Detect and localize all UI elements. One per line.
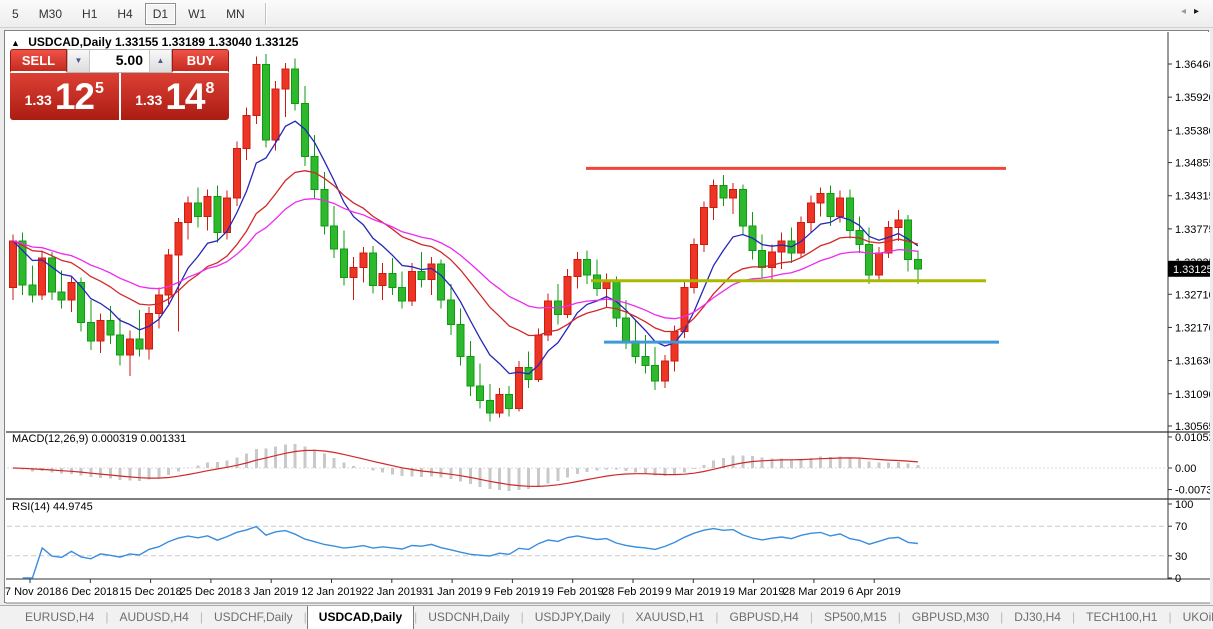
tab-usdcnh[interactable]: USDCNH,Daily bbox=[417, 607, 520, 629]
svg-text:19 Mar 2019: 19 Mar 2019 bbox=[723, 586, 785, 598]
buy-button[interactable]: BUY bbox=[172, 49, 229, 73]
sell-price-base: 1.33 bbox=[25, 92, 52, 108]
timeframe-button-5[interactable]: 5 bbox=[4, 3, 27, 25]
sell-price-point: 5 bbox=[95, 80, 104, 98]
svg-text:70: 70 bbox=[1175, 521, 1187, 533]
chart-tabs-bar: EURUSD,H4|AUDUSD,H4|USDCHF,Daily|USDCAD,… bbox=[0, 605, 1213, 629]
svg-text:0.00: 0.00 bbox=[1175, 463, 1196, 475]
svg-text:28 Feb 2019: 28 Feb 2019 bbox=[602, 586, 664, 598]
svg-text:15 Dec 2018: 15 Dec 2018 bbox=[119, 586, 181, 598]
timeframe-button-m30[interactable]: M30 bbox=[31, 3, 70, 25]
tab-ukoil[interactable]: UKOil,H bbox=[1172, 607, 1213, 629]
timeframe-button-h1[interactable]: H1 bbox=[74, 3, 105, 25]
rsi-label: RSI(14) 44.9745 bbox=[12, 501, 93, 513]
svg-text:1.36460: 1.36460 bbox=[1175, 59, 1210, 71]
scroll-tabs-left-icon[interactable]: ◂ bbox=[1181, 6, 1194, 17]
volume-input[interactable]: 5.00 bbox=[90, 50, 149, 72]
one-click-trading-panel: SELL ▼ 5.00 ▲ BUY 1.33 12 5 1.33 14 8 bbox=[10, 49, 229, 120]
svg-text:9 Feb 2019: 9 Feb 2019 bbox=[485, 586, 541, 598]
tab-scroll-arrows: ◂▸ bbox=[1181, 6, 1207, 17]
chart-symbol: USDCAD,Daily bbox=[28, 35, 111, 49]
collapse-panel-icon[interactable]: ▲ bbox=[11, 38, 20, 48]
svg-text:28 Mar 2019: 28 Mar 2019 bbox=[783, 586, 845, 598]
svg-text:1.34855: 1.34855 bbox=[1175, 158, 1210, 170]
timeframe-button-mn[interactable]: MN bbox=[218, 3, 253, 25]
timeframe-toolbar: 5M30H1H4D1W1MN bbox=[0, 0, 1213, 28]
svg-text:0: 0 bbox=[1175, 573, 1181, 585]
svg-text:1.31090: 1.31090 bbox=[1175, 389, 1210, 401]
svg-text:1.34315: 1.34315 bbox=[1175, 191, 1210, 203]
svg-text:3 Jan 2019: 3 Jan 2019 bbox=[244, 586, 298, 598]
svg-text:1.32170: 1.32170 bbox=[1175, 322, 1210, 334]
chart-title: ▲ USDCAD,Daily 1.33155 1.33189 1.33040 1… bbox=[11, 35, 298, 49]
scroll-tabs-right-icon[interactable]: ▸ bbox=[1194, 6, 1207, 17]
toolbar-separator bbox=[265, 3, 266, 25]
svg-text:-0.0073: -0.0073 bbox=[1175, 485, 1210, 497]
trading-terminal: { "toolbar": { "periods": [ {"label": "5… bbox=[0, 0, 1213, 629]
tab-usdcad[interactable]: USDCAD,Daily bbox=[307, 605, 414, 629]
macd-label: MACD(12,26,9) 0.000319 0.001331 bbox=[12, 433, 186, 445]
tab-usdchf[interactable]: USDCHF,Daily bbox=[203, 607, 304, 629]
svg-text:9 Mar 2019: 9 Mar 2019 bbox=[665, 586, 721, 598]
svg-text:1.33125: 1.33125 bbox=[1173, 264, 1210, 276]
svg-text:25 Dec 2018: 25 Dec 2018 bbox=[180, 586, 242, 598]
volume-decrease-button[interactable]: ▼ bbox=[68, 50, 90, 72]
svg-text:27 Nov 2018: 27 Nov 2018 bbox=[5, 586, 61, 598]
tab-dj30[interactable]: DJ30,H4 bbox=[1003, 607, 1072, 629]
chart-ohlc-quotes: 1.33155 1.33189 1.33040 1.33125 bbox=[115, 35, 299, 49]
svg-text:1.35920: 1.35920 bbox=[1175, 92, 1210, 104]
tab-sp500[interactable]: SP500,M15 bbox=[813, 607, 898, 629]
tab-audusd[interactable]: AUDUSD,H4 bbox=[108, 607, 199, 629]
svg-text:1.31630: 1.31630 bbox=[1175, 356, 1210, 368]
svg-text:1.35380: 1.35380 bbox=[1175, 125, 1210, 137]
svg-text:12 Jan 2019: 12 Jan 2019 bbox=[301, 586, 362, 598]
tab-gbpusd[interactable]: GBPUSD,M30 bbox=[901, 607, 1000, 629]
timeframe-button-w1[interactable]: W1 bbox=[180, 3, 214, 25]
tab-tech100[interactable]: TECH100,H1 bbox=[1075, 607, 1168, 629]
svg-text:22 Jan 2019: 22 Jan 2019 bbox=[362, 586, 423, 598]
volume-stepper: ▼ 5.00 ▲ bbox=[67, 49, 172, 73]
sell-price-pips: 12 bbox=[55, 76, 94, 118]
timeframe-button-d1[interactable]: D1 bbox=[145, 3, 176, 25]
buy-price-point: 8 bbox=[206, 80, 215, 98]
tab-xauusd[interactable]: XAUUSD,H1 bbox=[625, 607, 716, 629]
svg-text:19 Feb 2019: 19 Feb 2019 bbox=[542, 586, 604, 598]
tab-eurusd[interactable]: EURUSD,H4 bbox=[14, 607, 105, 629]
buy-price-pips: 14 bbox=[165, 76, 204, 118]
svg-text:1.32710: 1.32710 bbox=[1175, 289, 1210, 301]
svg-text:6 Apr 2019: 6 Apr 2019 bbox=[848, 586, 901, 598]
tab-usdjpy[interactable]: USDJPY,Daily bbox=[524, 607, 622, 629]
buy-price-base: 1.33 bbox=[135, 92, 162, 108]
svg-text:30: 30 bbox=[1175, 551, 1187, 563]
sell-price-display[interactable]: 1.33 12 5 bbox=[10, 73, 119, 120]
svg-text:1.33775: 1.33775 bbox=[1175, 224, 1210, 236]
buy-price-display[interactable]: 1.33 14 8 bbox=[121, 73, 230, 120]
volume-increase-button[interactable]: ▲ bbox=[149, 50, 171, 72]
svg-text:100: 100 bbox=[1175, 499, 1193, 511]
svg-text:31 Jan 2019: 31 Jan 2019 bbox=[422, 586, 483, 598]
svg-text:6 Dec 2018: 6 Dec 2018 bbox=[62, 586, 118, 598]
svg-text:0.010525: 0.010525 bbox=[1175, 432, 1210, 444]
sell-button[interactable]: SELL bbox=[10, 49, 67, 73]
timeframe-button-h4[interactable]: H4 bbox=[109, 3, 140, 25]
tab-gbpusd[interactable]: GBPUSD,H4 bbox=[718, 607, 809, 629]
